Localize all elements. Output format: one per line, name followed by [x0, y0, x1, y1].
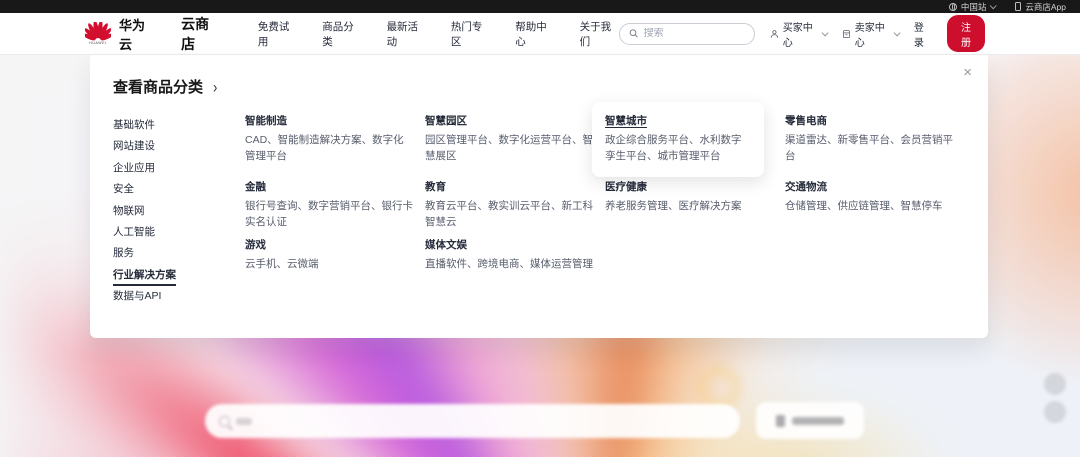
sidebar-item-enterprise-apps[interactable]: 企业应用: [113, 160, 176, 181]
group-title[interactable]: 医疗健康: [605, 179, 647, 194]
nav-item-free-trial[interactable]: 免费试用: [256, 5, 297, 63]
nav-item-categories[interactable]: 商品分类: [320, 5, 361, 63]
nav-menu: 免费试用 商品分类 最新活动 热门专区 帮助中心 关于我们: [256, 5, 619, 63]
hero-button-icon-blob: [776, 415, 785, 427]
sidebar-item-ai[interactable]: 人工智能: [113, 224, 176, 245]
sidebar-item-security[interactable]: 安全: [113, 181, 176, 202]
group-education: 教育 教育云平台、教实训云平台、新工科智慧云: [425, 177, 593, 235]
register-button[interactable]: 注册: [947, 15, 985, 52]
chevron-down-icon: [990, 2, 997, 9]
cloud-store-name: 云商店: [181, 14, 218, 54]
group-items[interactable]: 养老服务管理、医疗解决方案: [605, 199, 773, 215]
huawei-wordmark: HUAWEI: [89, 41, 106, 45]
hero-search-bar-blurred[interactable]: [205, 404, 740, 438]
floating-button[interactable]: [1044, 373, 1066, 395]
huawei-logo: HUAWEI: [85, 22, 111, 45]
view-categories-link[interactable]: 查看商品分类 ›: [113, 76, 217, 97]
sidebar-item-data-api[interactable]: 数据与API: [113, 288, 176, 309]
phone-icon: [1015, 2, 1021, 11]
group-items[interactable]: 政企综合服务平台、水利数字孪生平台、城市管理平台: [605, 133, 751, 164]
group-items[interactable]: 渠道雷达、新零售平台、会员营销平台: [785, 133, 953, 164]
sidebar-item-services[interactable]: 服务: [113, 245, 176, 266]
group-title[interactable]: 智慧城市: [605, 113, 647, 128]
category-groups: 智能制造 CAD、智能制造解决方案、数字化管理平台 智慧园区 园区管理平台、数字…: [245, 111, 965, 273]
group-title[interactable]: 媒体文娱: [425, 237, 467, 252]
globe-icon: [949, 3, 957, 11]
main-nav: HUAWEI 华为云 云商店 免费试用 商品分类 最新活动 热门专区 帮助中心 …: [0, 13, 1080, 55]
chevron-down-icon: [822, 29, 829, 36]
seller-center-link[interactable]: 卖家中心: [842, 19, 899, 49]
group-gaming: 游戏 云手机、云微端: [245, 235, 413, 273]
group-items[interactable]: CAD、智能制造解决方案、数字化管理平台: [245, 133, 413, 164]
group-healthcare: 医疗健康 养老服务管理、医疗解决方案: [605, 177, 773, 235]
group-transport-logistics: 交通物流 仓储管理、供应链管理、智慧停车: [785, 177, 953, 235]
nav-search[interactable]: [619, 23, 755, 45]
group-smart-city-highlighted: 智慧城市 政企综合服务平台、水利数字孪生平台、城市管理平台: [592, 102, 764, 177]
nav-item-help-center[interactable]: 帮助中心: [513, 5, 554, 63]
store-app-label: 云商店App: [1025, 1, 1066, 13]
search-icon: [219, 416, 230, 427]
group-items[interactable]: 仓储管理、供应链管理、智慧停车: [785, 199, 953, 215]
group-title[interactable]: 游戏: [245, 237, 266, 252]
brand-link[interactable]: HUAWEI 华为云 云商店: [85, 14, 218, 54]
hero-action-button-blurred[interactable]: [756, 402, 864, 439]
region-selector[interactable]: 中国站: [949, 1, 996, 13]
hero-ring-decoration: [698, 367, 740, 409]
group-title[interactable]: 智能制造: [245, 113, 287, 128]
region-label: 中国站: [961, 1, 987, 13]
hero-search-hint-blob: [236, 418, 252, 425]
group-title[interactable]: 金融: [245, 179, 266, 194]
huawei-cloud-name: 华为云: [119, 15, 153, 53]
group-media-entertainment: 媒体文娱 直播软件、跨境电商、媒体运营管理: [425, 235, 593, 273]
group-items[interactable]: 教育云平台、教实训云平台、新工科智慧云: [425, 199, 593, 230]
group-finance: 金融 银行号查询、数字营销平台、银行卡实名认证: [245, 177, 413, 235]
sidebar-item-basic-software[interactable]: 基础软件: [113, 117, 176, 138]
group-smart-campus: 智慧园区 园区管理平台、数字化运营平台、智慧展区: [425, 111, 593, 177]
category-mega-menu: × 查看商品分类 › 基础软件 网站建设 企业应用 安全 物联网 人工智能 服务…: [90, 55, 988, 338]
group-retail-ecommerce: 零售电商 渠道雷达、新零售平台、会员营销平台: [785, 111, 953, 177]
buyer-center-label: 买家中心: [783, 19, 819, 49]
category-sidebar: 基础软件 网站建设 企业应用 安全 物联网 人工智能 服务 行业解决方案 数据与…: [113, 117, 176, 310]
search-input[interactable]: [644, 28, 745, 39]
group-items[interactable]: 园区管理平台、数字化运营平台、智慧展区: [425, 133, 593, 164]
person-icon: [770, 29, 779, 39]
buyer-center-link[interactable]: 买家中心: [770, 19, 827, 49]
login-link[interactable]: 登录: [914, 19, 932, 49]
group-items[interactable]: 银行号查询、数字营销平台、银行卡实名认证: [245, 199, 413, 230]
floating-toolbar: [1044, 373, 1066, 423]
sidebar-item-website-building[interactable]: 网站建设: [113, 138, 176, 159]
chevron-down-icon: [894, 29, 901, 36]
group-title[interactable]: 零售电商: [785, 113, 827, 128]
nav-item-about-us[interactable]: 关于我们: [578, 5, 619, 63]
huawei-flower-icon: [85, 22, 111, 42]
group-title[interactable]: 交通物流: [785, 179, 827, 194]
panel-title-text: 查看商品分类: [113, 76, 203, 97]
shop-icon: [842, 29, 851, 39]
sidebar-item-iot[interactable]: 物联网: [113, 203, 176, 224]
seller-center-label: 卖家中心: [855, 19, 891, 49]
sidebar-item-industry-solutions[interactable]: 行业解决方案: [113, 267, 176, 288]
nav-item-activities[interactable]: 最新活动: [385, 5, 426, 63]
hero-button-label-blob: [792, 417, 844, 425]
nav-item-hot-zones[interactable]: 热门专区: [449, 5, 490, 63]
search-icon: [629, 28, 639, 39]
group-title[interactable]: 教育: [425, 179, 446, 194]
chevron-right-icon: ›: [213, 77, 217, 97]
group-items[interactable]: 云手机、云微端: [245, 257, 413, 273]
page: 中国站 云商店App: [0, 0, 1080, 457]
nav-right: 买家中心 卖家中心 登录 注册: [619, 15, 985, 52]
group-items[interactable]: 直播软件、跨境电商、媒体运营管理: [425, 257, 593, 273]
store-app-link[interactable]: 云商店App: [1015, 1, 1066, 13]
close-icon[interactable]: ×: [963, 65, 972, 80]
group-smart-manufacturing: 智能制造 CAD、智能制造解决方案、数字化管理平台: [245, 111, 413, 177]
group-title[interactable]: 智慧园区: [425, 113, 467, 128]
floating-button[interactable]: [1044, 401, 1066, 423]
